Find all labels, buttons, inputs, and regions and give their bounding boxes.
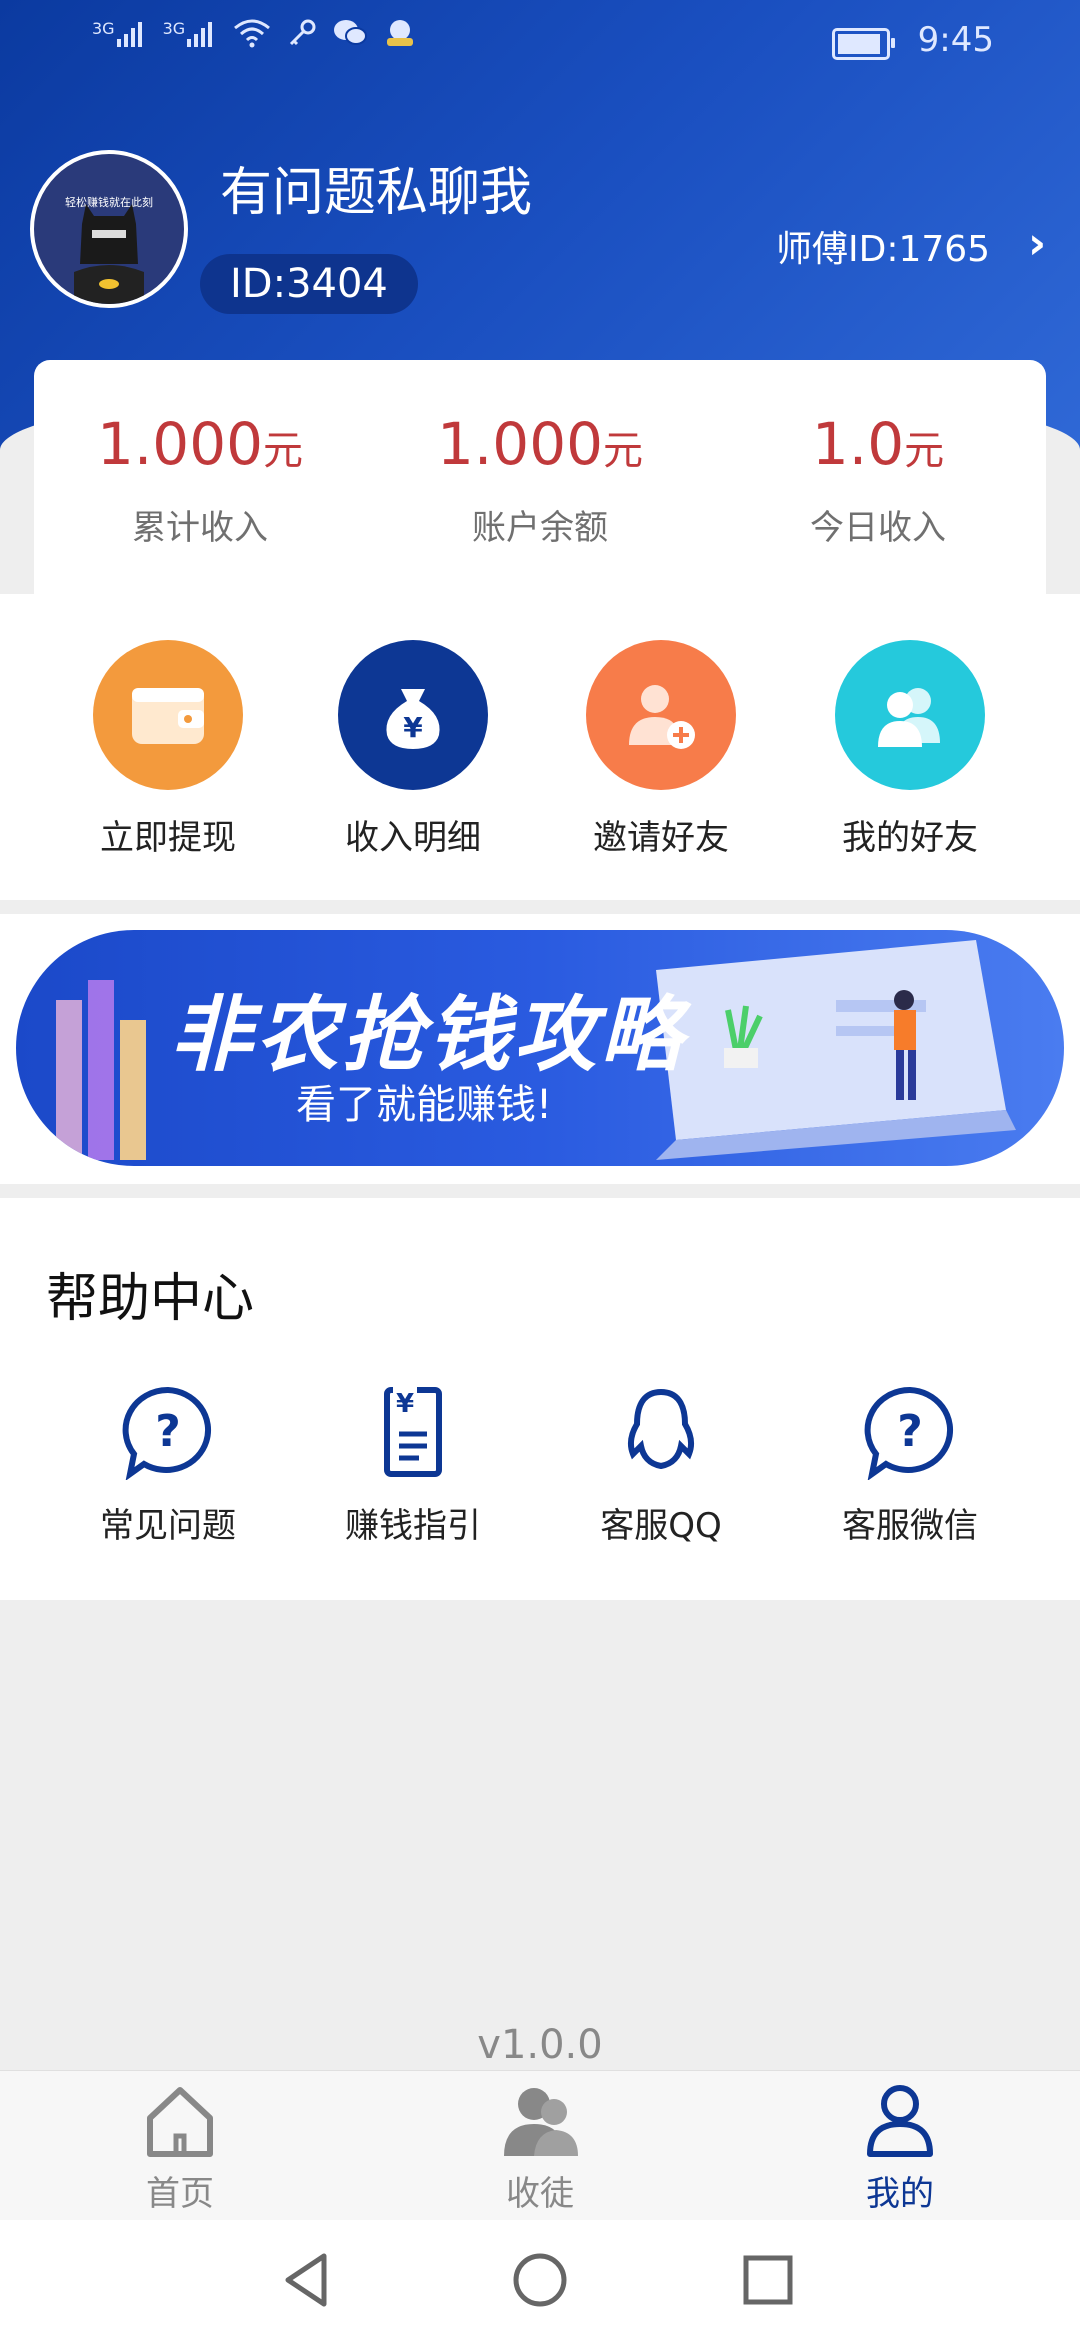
status-icons: 3G 3G [92,18,417,48]
income-detail-button[interactable]: ¥ 收入明细 [313,640,513,859]
tab-label: 收徒 [506,2174,574,2214]
customer-wechat-button[interactable]: ? 客服微信 [800,1384,1020,1547]
status-time: 9:45 [917,20,994,60]
earning-guide-button[interactable]: ¥ 赚钱指引 [303,1384,523,1547]
stat-today-income: 1.0元 今日收入 [728,410,1028,549]
banner-subtitle: 看了就能赚钱! [296,1082,553,1128]
home-circle-icon[interactable] [510,2250,570,2310]
question-chat-icon: ? [864,1386,954,1481]
avatar[interactable]: 轻松赚钱就在此刻 [30,150,188,308]
question-chat-icon: ? [122,1386,212,1481]
add-user-icon [586,640,736,790]
stat-label: 账户余额 [472,508,608,548]
help-item-label: 赚钱指引 [345,1506,481,1546]
stat-value: 1.0元 [728,410,1028,478]
help-center-title: 帮助中心 [46,1269,255,1329]
help-item-label: 常见问题 [100,1506,236,1546]
stat-unit: 元 [603,428,644,474]
master-id[interactable]: 师傅ID:1765 [776,220,990,272]
stat-total-income: 1.000元 累计收入 [50,410,350,549]
wechat-icon [334,20,368,45]
svg-text:¥: ¥ [403,711,423,744]
stat-balance: 1.000元 账户余额 [390,410,690,549]
chevron-right-icon[interactable]: › [1028,218,1046,269]
stat-unit: 元 [263,428,304,474]
stat-number: 1.0 [811,410,905,478]
key-icon [290,19,316,46]
system-nav-bar [0,2220,1080,2340]
signal-icon: 3G [92,19,147,47]
customer-qq-button[interactable]: 客服QQ [551,1384,771,1547]
stat-unit: 元 [904,428,945,474]
money-bag-icon: ¥ [338,640,488,790]
action-label: 立即提现 [100,818,236,858]
help-item-label: 客服微信 [842,1506,978,1546]
stat-value: 1.000元 [50,410,350,478]
document-icon: ¥ [384,1386,442,1477]
tab-apprentice[interactable]: 收徒 [440,2082,640,2215]
stat-number: 1.000 [96,410,264,478]
svg-text:¥: ¥ [396,1389,414,1419]
apprentice-icon [504,2088,578,2156]
tab-label: 我的 [866,2174,934,2214]
svg-text:?: ? [155,1406,181,1457]
action-label: 我的好友 [842,818,978,858]
recents-icon[interactable] [738,2250,798,2310]
app-icon [387,20,414,46]
stat-label: 今日收入 [810,508,946,548]
faq-button[interactable]: ? 常见问题 [58,1384,278,1547]
signal-icon: 3G [163,19,218,47]
svg-text:?: ? [897,1406,923,1457]
wallet-icon [93,640,243,790]
user-id-badge: ID:3404 [200,254,418,314]
wifi-icon [234,19,271,48]
battery-icon [832,28,895,60]
qq-icon [627,1388,695,1470]
stat-number: 1.000 [436,410,604,478]
help-item-label: 客服QQ [600,1506,722,1546]
banner-title: 非农抢钱攻略 [170,988,686,1083]
batman-avatar-icon [74,204,144,304]
stat-label: 累计收入 [132,508,268,548]
back-icon[interactable] [278,2250,338,2310]
action-label: 收入明细 [345,818,481,858]
network-type: 3G [92,19,115,38]
home-icon [147,2087,213,2157]
tab-mine[interactable]: 我的 [800,2082,1000,2215]
network-type: 3G [162,19,186,38]
stat-value: 1.000元 [390,410,690,478]
status-bar: 3G 3G 9:45 [0,0,1080,84]
tab-label: 首页 [146,2174,214,2214]
profile-icon [867,2085,933,2157]
users-icon [835,640,985,790]
my-friends-button[interactable]: 我的好友 [810,640,1010,859]
app-version: v1.0.0 [477,2022,603,2068]
invite-friend-button[interactable]: 邀请好友 [561,640,761,859]
withdraw-button[interactable]: 立即提现 [68,640,268,859]
action-label: 邀请好友 [593,818,729,858]
username: 有问题私聊我 [220,163,533,223]
tab-home[interactable]: 首页 [80,2082,280,2215]
